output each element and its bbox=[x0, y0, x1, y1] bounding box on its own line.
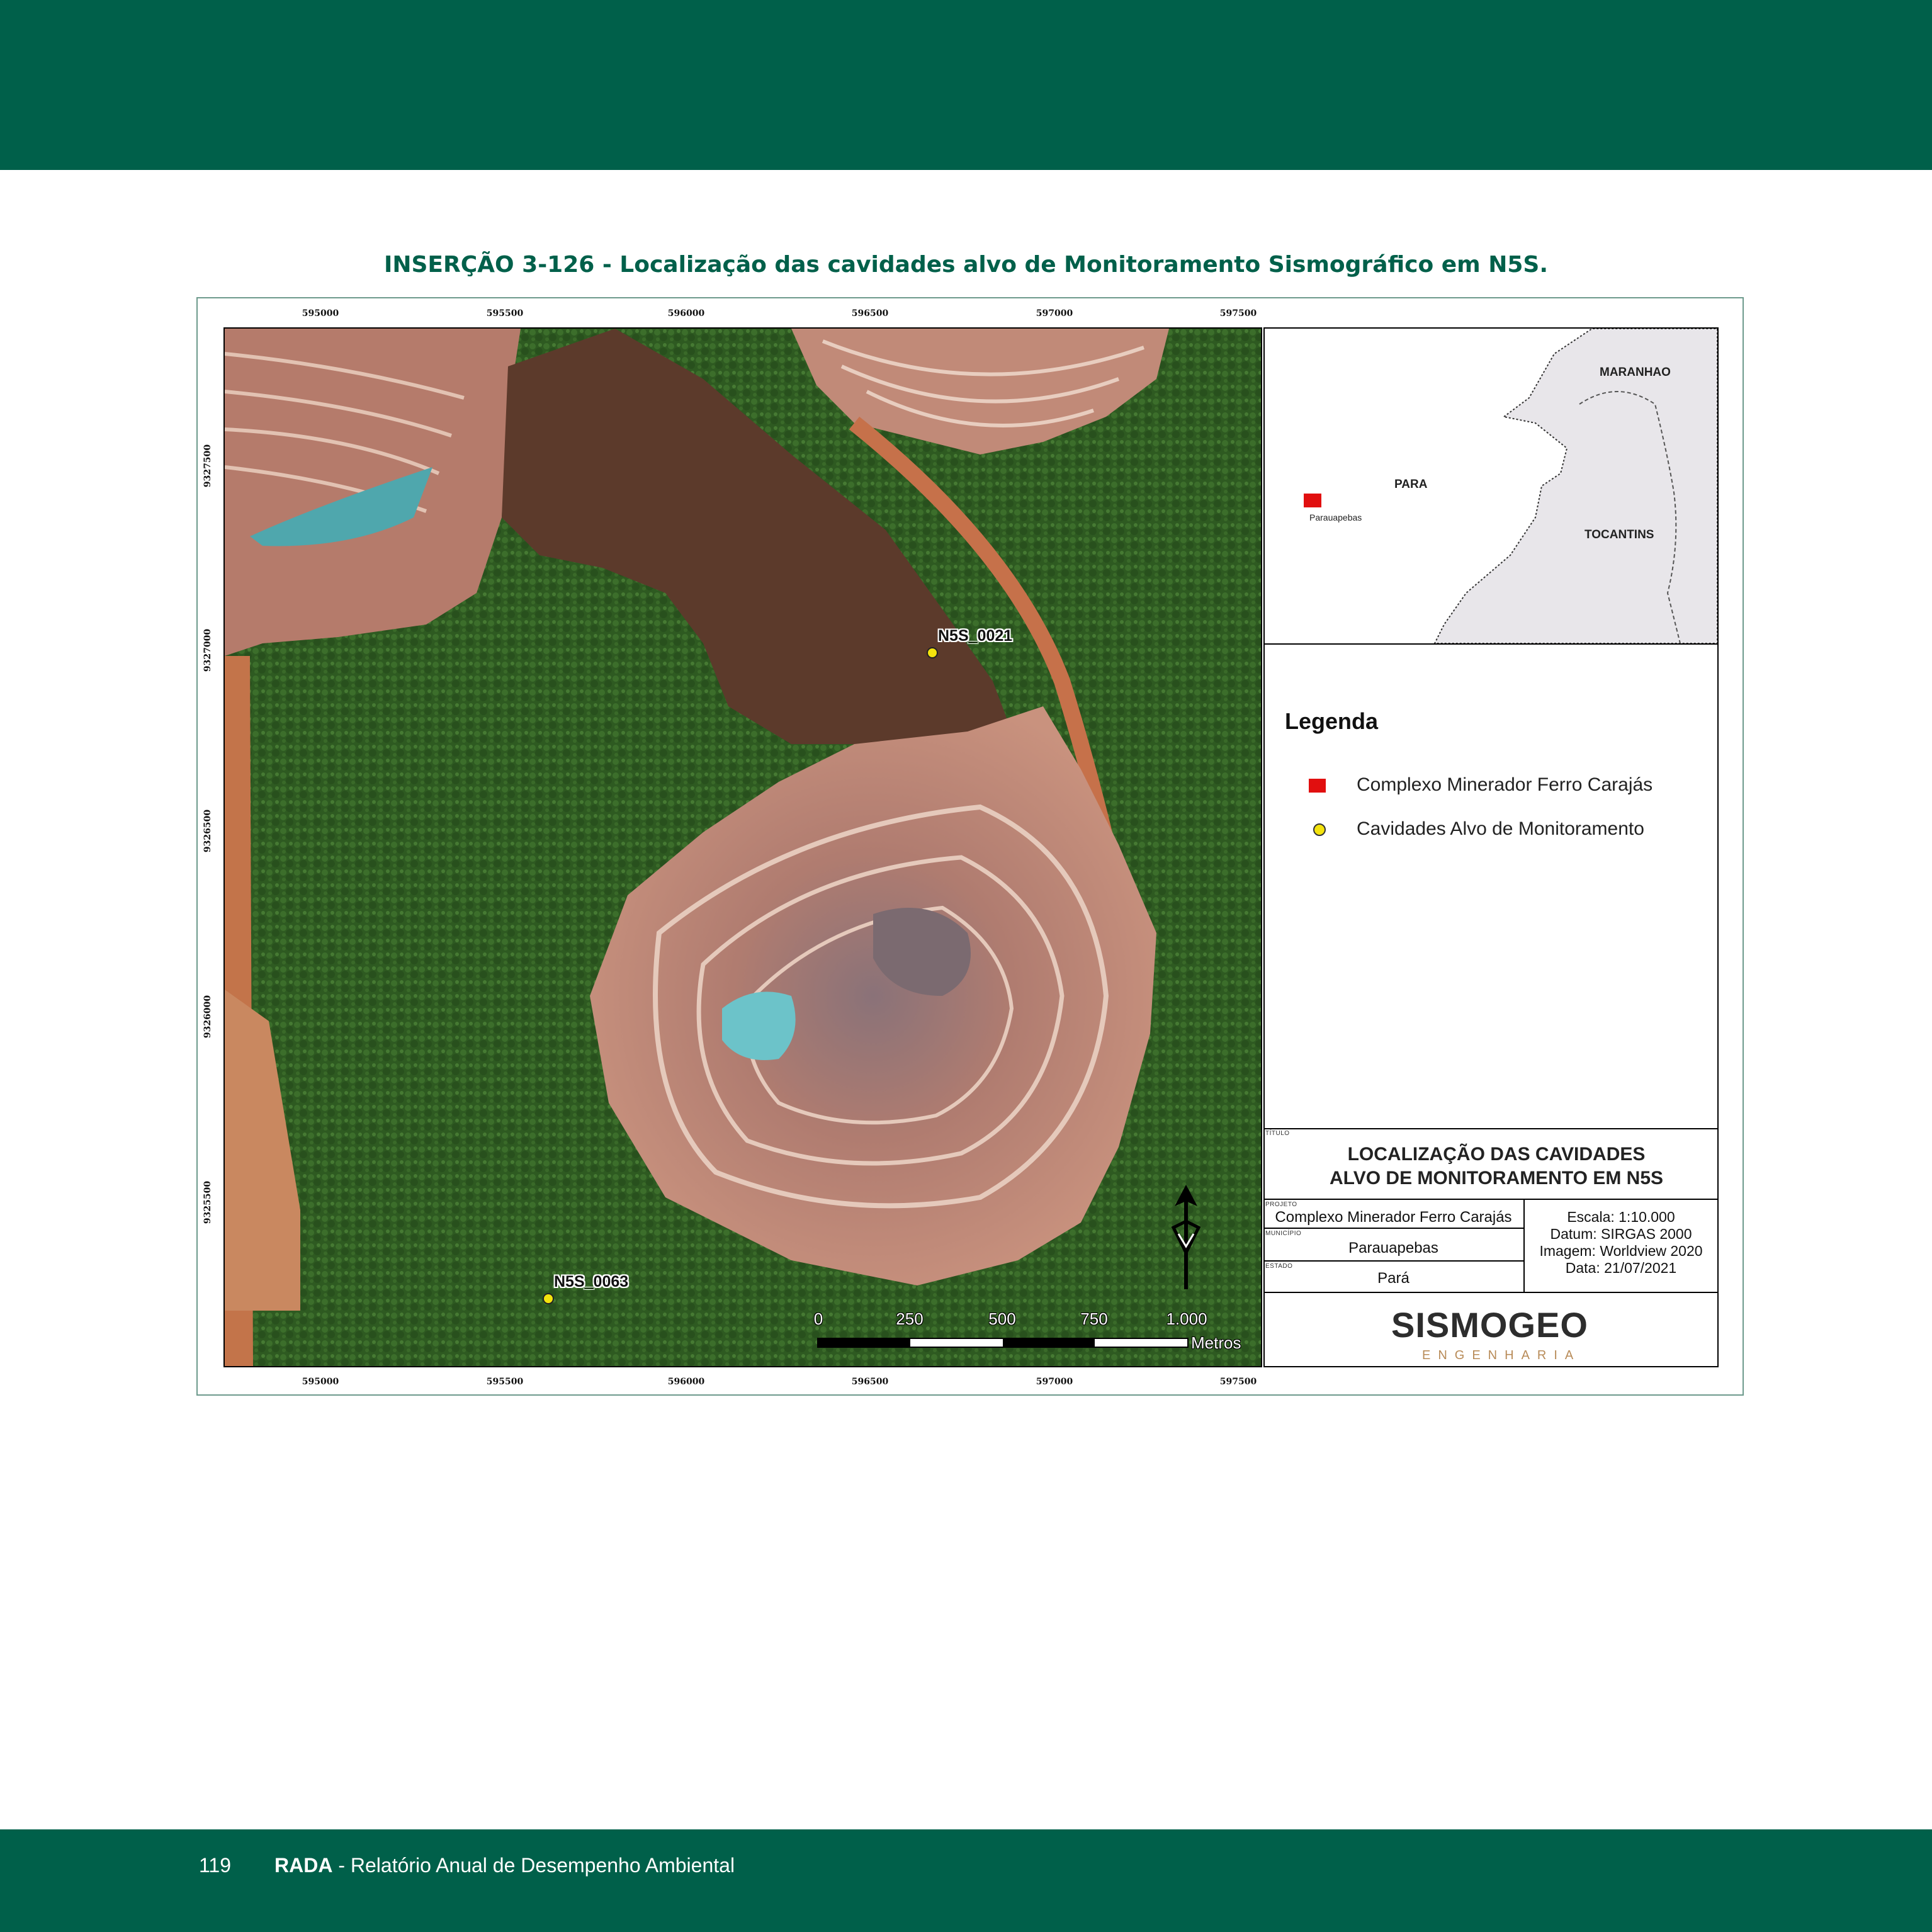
legend-box bbox=[1265, 645, 1717, 826]
x-tick-top: 595500 bbox=[486, 308, 524, 319]
figure-caption: INSERÇÃO 3-126 - Localização das cavidad… bbox=[383, 252, 1549, 278]
municipio-caption: MUNICÍPIO bbox=[1265, 1230, 1302, 1237]
scalebar-tick: 1.000 bbox=[1166, 1309, 1207, 1328]
footer-title: RADA - Relatório Anual de Desempenho Amb… bbox=[274, 1854, 735, 1877]
inset-label-maranhao: MARANHAO bbox=[1600, 366, 1671, 379]
x-tick-bottom: 595000 bbox=[302, 1377, 339, 1387]
titulo-caption: TÍTULO bbox=[1265, 1130, 1290, 1137]
footer-band bbox=[0, 1829, 1932, 1932]
cavity-label: N5S_0063 bbox=[554, 1273, 629, 1291]
legend-swatch-mine bbox=[1309, 779, 1326, 793]
cavity-label: N5S_0021 bbox=[938, 627, 1013, 645]
header-band bbox=[0, 0, 1932, 170]
satellite-imagery bbox=[225, 329, 1261, 1366]
scale-text: Escala: 1:10.000 bbox=[1567, 1209, 1675, 1225]
satellite-map bbox=[223, 327, 1262, 1367]
map-title: LOCALIZAÇÃO DAS CAVIDADES ALVO DE MONITO… bbox=[1263, 1143, 1729, 1190]
scalebar-tick: 500 bbox=[988, 1309, 1016, 1328]
map-title-line1: LOCALIZAÇÃO DAS CAVIDADES bbox=[1347, 1144, 1646, 1165]
municipio-value: Parauapebas bbox=[1348, 1240, 1438, 1257]
inset-label-para: PARA bbox=[1394, 478, 1428, 491]
date-text: Data: 21/07/2021 bbox=[1565, 1260, 1677, 1276]
cavity-marker-n5s-0021[interactable] bbox=[927, 647, 938, 658]
projeto-value: Complexo Minerador Ferro Carajás bbox=[1275, 1209, 1512, 1226]
x-tick-bottom: 595500 bbox=[486, 1377, 524, 1387]
y-tick: 9326000 bbox=[203, 995, 213, 1039]
x-tick-top: 597000 bbox=[1036, 308, 1073, 319]
scale-bar bbox=[817, 1338, 1189, 1348]
map-metadata: Escala: 1:10.000 Datum: SIRGAS 2000 Imag… bbox=[1523, 1209, 1719, 1277]
legend-swatch-cavity bbox=[1313, 823, 1326, 836]
y-tick: 9325500 bbox=[203, 1180, 213, 1224]
north-arrow-icon bbox=[1171, 1185, 1201, 1289]
inset-label-tocantins: TOCANTINS bbox=[1585, 528, 1654, 541]
inset-label-city: Parauapebas bbox=[1309, 512, 1362, 523]
scalebar-tick: 750 bbox=[1080, 1309, 1108, 1328]
page-number: 119 bbox=[199, 1854, 232, 1877]
footer-brand: RADA bbox=[274, 1854, 333, 1877]
legend-title: Legenda bbox=[1285, 708, 1379, 734]
x-tick-bottom: 596000 bbox=[667, 1377, 705, 1387]
scalebar-tick: 250 bbox=[896, 1309, 924, 1328]
x-tick-bottom: 596500 bbox=[851, 1377, 889, 1387]
y-tick: 9327000 bbox=[203, 628, 213, 672]
x-tick-top: 596500 bbox=[851, 308, 889, 319]
sismogeo-logo-sub: ENGENHARIA bbox=[1422, 1348, 1581, 1362]
pit-lake bbox=[722, 991, 796, 1060]
parauapebas-marker bbox=[1304, 494, 1321, 507]
legend-item-label: Cavidades Alvo de Monitoramento bbox=[1357, 818, 1644, 839]
estado-caption: ESTADO bbox=[1265, 1263, 1293, 1270]
legend-item-label: Complexo Minerador Ferro Carajás bbox=[1357, 774, 1653, 795]
map-title-line2: ALVO DE MONITORAMENTO EM N5S bbox=[1329, 1168, 1664, 1189]
x-tick-top: 596000 bbox=[667, 308, 705, 319]
x-tick-bottom: 597000 bbox=[1036, 1377, 1073, 1387]
projeto-caption: PROJETO bbox=[1265, 1201, 1297, 1208]
cavity-marker-n5s-0063[interactable] bbox=[543, 1293, 554, 1304]
scalebar-unit: Metros bbox=[1191, 1333, 1241, 1352]
x-tick-top: 597500 bbox=[1219, 308, 1257, 319]
x-tick-top: 595000 bbox=[302, 308, 339, 319]
datum-text: Datum: SIRGAS 2000 bbox=[1550, 1226, 1692, 1242]
scalebar-tick: 0 bbox=[813, 1309, 823, 1328]
y-tick: 9326500 bbox=[203, 809, 213, 853]
image-text: Imagem: Worldview 2020 bbox=[1539, 1243, 1703, 1259]
estado-value: Pará bbox=[1377, 1270, 1409, 1287]
footer-subtitle: - Relatório Anual de Desempenho Ambienta… bbox=[332, 1854, 735, 1877]
sismogeo-logo: SISMOGEO bbox=[1391, 1305, 1588, 1345]
x-tick-bottom: 597500 bbox=[1219, 1377, 1257, 1387]
y-tick: 9327500 bbox=[203, 444, 213, 488]
